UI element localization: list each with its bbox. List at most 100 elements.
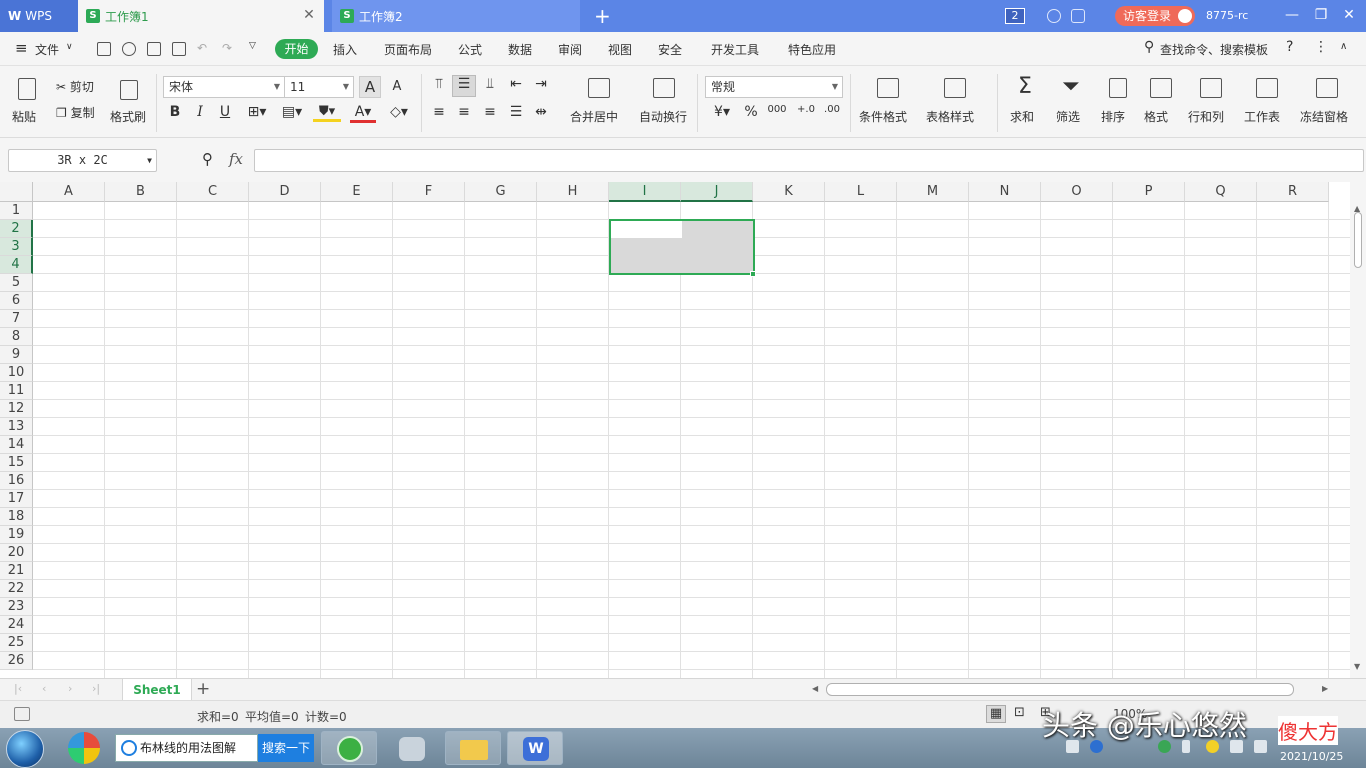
zoom-formula-icon[interactable]: ⚲ (202, 150, 213, 168)
column-header-q[interactable]: Q (1185, 182, 1257, 202)
more-icon[interactable]: ⋮ (1314, 39, 1328, 55)
row-header-21[interactable]: 21 (0, 562, 33, 580)
tab-developer[interactable]: 开发工具 (711, 41, 759, 58)
scroll-left-icon[interactable]: ◀ (812, 684, 818, 693)
table-style-button[interactable]: 表格样式 (924, 74, 986, 130)
format-painter-button[interactable]: 格式刷 (108, 74, 150, 130)
row-header-5[interactable]: 5 (0, 274, 33, 292)
horizontal-scroll-thumb[interactable] (826, 683, 1294, 696)
distribute-button[interactable]: ⇹ (532, 104, 550, 120)
row-header-11[interactable]: 11 (0, 382, 33, 400)
first-sheet-icon[interactable]: |‹ (14, 682, 22, 695)
row-header-20[interactable]: 20 (0, 544, 33, 562)
filter-button[interactable]: ⏷ 筛选 (1052, 74, 1094, 130)
percent-button[interactable]: % (742, 104, 760, 120)
column-header-a[interactable]: A (33, 182, 105, 202)
row-header-13[interactable]: 13 (0, 418, 33, 436)
align-right-button[interactable]: ≡ (481, 104, 499, 120)
row-header-12[interactable]: 12 (0, 400, 33, 418)
number-format-select[interactable]: 常规 ▼ (705, 76, 843, 98)
chevron-down-icon[interactable]: ∨ (66, 42, 73, 52)
font-size-select[interactable]: 11 ▼ (284, 76, 354, 98)
row-header-26[interactable]: 26 (0, 652, 33, 670)
column-header-j[interactable]: J (681, 182, 753, 202)
taskbar-app-wps[interactable]: W (507, 731, 563, 765)
collapse-ribbon-icon[interactable]: ∧ (1340, 41, 1347, 52)
save-icon[interactable] (97, 42, 111, 56)
row-header-6[interactable]: 6 (0, 292, 33, 310)
tab-formulas[interactable]: 公式 (458, 41, 482, 58)
hamburger-icon[interactable]: ≡ (15, 39, 28, 57)
cut-button[interactable]: ✂ 剪切 (56, 78, 106, 96)
vertical-scrollbar[interactable]: ▲ ▼ (1350, 182, 1366, 678)
undo-icon[interactable]: ↶ (197, 41, 207, 55)
sheet-tab[interactable]: Sheet1 (122, 679, 192, 701)
column-header-c[interactable]: C (177, 182, 249, 202)
borders-button[interactable]: ⊞▾ (244, 104, 270, 120)
close-window-icon[interactable]: ✕ (1341, 7, 1357, 23)
align-middle-button[interactable]: ☰ (452, 75, 476, 97)
scroll-down-icon[interactable]: ▼ (1354, 662, 1360, 671)
tab-review[interactable]: 审阅 (558, 41, 582, 58)
decrease-font-button[interactable]: A (387, 76, 407, 98)
indent-decrease-button[interactable]: ⇤ (507, 76, 525, 92)
increase-decimal-button[interactable]: +.0 (795, 104, 817, 115)
name-box[interactable]: 3R x 2C ▼ (8, 149, 157, 172)
close-icon[interactable]: ✕ (302, 8, 316, 22)
column-header-b[interactable]: B (105, 182, 177, 202)
bold-button[interactable]: B (166, 104, 184, 120)
last-sheet-icon[interactable]: ›| (92, 682, 100, 695)
column-header-h[interactable]: H (537, 182, 609, 202)
justify-button[interactable]: ☰ (507, 104, 525, 120)
next-sheet-icon[interactable]: › (68, 682, 72, 695)
taskbar-app-explorer[interactable] (445, 731, 501, 765)
fill-color-button[interactable]: ⛊▾ (313, 104, 341, 122)
format-button[interactable]: 格式 (1140, 74, 1182, 130)
font-color-button[interactable]: A▾ (350, 104, 376, 123)
column-header-o[interactable]: O (1041, 182, 1113, 202)
tab-security[interactable]: 安全 (658, 41, 682, 58)
search-icon[interactable]: ⚲ (1144, 39, 1154, 55)
guest-login-button[interactable]: 访客登录 (1115, 6, 1195, 26)
taskbar-search-button[interactable]: 搜索一下 (258, 734, 314, 762)
command-search[interactable]: 查找命令、搜索模板 (1160, 41, 1268, 58)
print-preview-icon[interactable] (172, 42, 186, 56)
decrease-decimal-button[interactable]: .00 (821, 104, 843, 115)
merge-center-button[interactable]: 合并居中 (568, 74, 630, 130)
row-header-24[interactable]: 24 (0, 616, 33, 634)
column-header-d[interactable]: D (249, 182, 321, 202)
row-header-25[interactable]: 25 (0, 634, 33, 652)
shirt-icon[interactable] (1071, 9, 1085, 23)
row-header-22[interactable]: 22 (0, 580, 33, 598)
column-header-k[interactable]: K (753, 182, 825, 202)
thousands-button[interactable]: 000 (766, 104, 788, 115)
quick-access-dropdown-icon[interactable]: ▽ (249, 41, 256, 51)
row-header-2[interactable]: 2 (0, 220, 33, 238)
row-header-9[interactable]: 9 (0, 346, 33, 364)
row-header-23[interactable]: 23 (0, 598, 33, 616)
window-count-badge[interactable]: 2 (1005, 8, 1025, 24)
taskbar-app-browser[interactable] (321, 731, 377, 765)
sort-button[interactable]: 排序 (1097, 74, 1139, 130)
paste-button[interactable]: 粘贴 (8, 74, 46, 130)
row-header-14[interactable]: 14 (0, 436, 33, 454)
new-tab-button[interactable]: + (594, 6, 614, 26)
currency-button[interactable]: ¥▾ (708, 104, 736, 120)
tab-workbook-2[interactable]: S 工作簿2 (332, 0, 580, 32)
tab-view[interactable]: 视图 (608, 41, 632, 58)
redo-icon[interactable]: ↷ (222, 41, 232, 55)
macro-icon[interactable] (14, 707, 30, 721)
conditional-format-button[interactable]: 条件格式 (857, 74, 919, 130)
column-header-n[interactable]: N (969, 182, 1041, 202)
file-menu[interactable]: 文件 (35, 41, 59, 58)
vertical-scroll-thumb[interactable] (1354, 212, 1362, 268)
worksheet-button[interactable]: 工作表 (1242, 74, 1292, 130)
fill-handle[interactable] (750, 271, 756, 277)
row-header-1[interactable]: 1 (0, 202, 33, 220)
app-icon-multicolor[interactable] (68, 732, 100, 764)
row-header-18[interactable]: 18 (0, 508, 33, 526)
column-header-p[interactable]: P (1113, 182, 1185, 202)
tab-insert[interactable]: 插入 (333, 41, 357, 58)
column-header-e[interactable]: E (321, 182, 393, 202)
skin-icon[interactable] (1047, 9, 1061, 23)
